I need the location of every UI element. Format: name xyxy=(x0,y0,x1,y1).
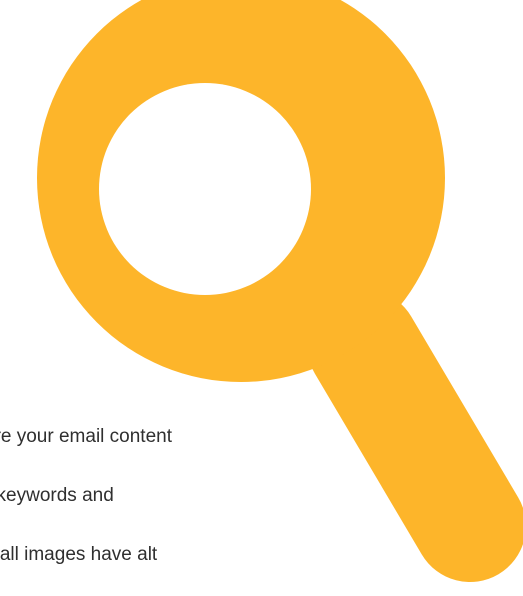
magnifying-glass-icon xyxy=(0,0,523,596)
canvas: ure your email content t keywords and e … xyxy=(0,0,523,596)
